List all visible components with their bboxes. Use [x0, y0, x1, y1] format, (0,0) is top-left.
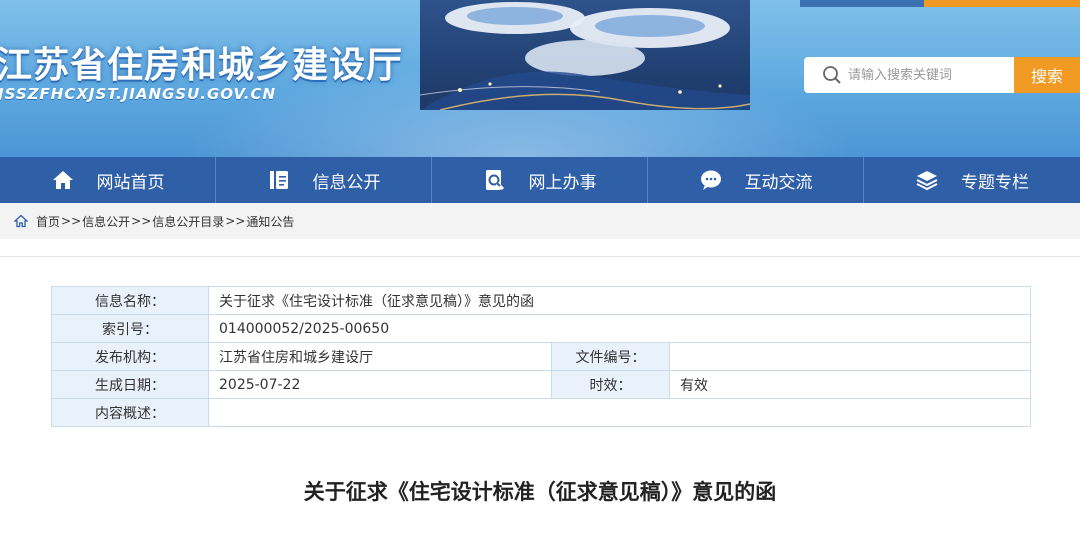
- document-icon: [269, 171, 288, 189]
- top-utility-strip[interactable]: [800, 0, 924, 7]
- info-name-value: 关于征求《住宅设计标准（征求意见稿）》意见的函: [208, 286, 1031, 315]
- info-metadata-table: 信息名称： 关于征求《住宅设计标准（征求意见稿）》意见的函 索引号： 01400…: [51, 286, 1031, 427]
- nav-item-label: 专题专栏: [961, 172, 1029, 193]
- info-name-label: 信息名称：: [51, 286, 209, 315]
- breadcrumb-home-link[interactable]: 首页: [36, 213, 60, 230]
- site-title: 江苏省住房和城乡建设厅: [0, 45, 404, 86]
- breadcrumb: 首页 >> 信息公开 >> 信息公开目录 >> 通知公告: [0, 203, 1080, 239]
- search-button[interactable]: 搜索: [1014, 57, 1080, 93]
- table-row: 信息名称： 关于征求《住宅设计标准（征求意见稿）》意见的函: [51, 286, 1031, 315]
- table-row: 生成日期： 2025-07-22 时效： 有效: [51, 370, 1031, 399]
- search-box: [804, 57, 1016, 93]
- table-row: 发布机构： 江苏省住房和城乡建设厅 文件编号：: [51, 342, 1031, 371]
- info-date-value: 2025-07-22: [208, 370, 552, 399]
- info-doc-no-label: 文件编号：: [551, 342, 670, 371]
- search-input[interactable]: [848, 67, 1008, 83]
- stadium-banner-image: [420, 0, 750, 110]
- main-nav: 网站首页 信息公开 网上办事 互动交流 专题专栏: [0, 157, 1080, 203]
- search-doc-icon: [485, 170, 504, 191]
- breadcrumb-separator: >>: [131, 214, 152, 228]
- nav-item-special-topics[interactable]: 专题专栏: [864, 157, 1080, 203]
- table-row: 索引号： 014000052/2025-00650: [51, 314, 1031, 343]
- breadcrumb-catalog-link[interactable]: 信息公开目录: [152, 213, 224, 230]
- content-divider: [0, 256, 1080, 257]
- page: 江苏省住房和城乡建设厅 JSSZFHCXJST.JIANGSU.GOV.CN 搜…: [0, 0, 1080, 554]
- nav-item-interaction[interactable]: 互动交流: [648, 157, 864, 203]
- info-date-label: 生成日期：: [51, 370, 209, 399]
- top-utility-strip-orange[interactable]: [924, 0, 1080, 7]
- search-icon: [823, 66, 841, 84]
- layers-icon: [916, 171, 938, 191]
- breadcrumb-separator: >>: [225, 214, 246, 228]
- info-summary-label: 内容概述：: [51, 398, 209, 427]
- info-index-label: 索引号：: [51, 314, 209, 343]
- info-summary-value: [208, 398, 1031, 427]
- nav-item-label: 互动交流: [744, 172, 813, 193]
- site-url: JSSZFHCXJST.JIANGSU.GOV.CN: [0, 85, 277, 103]
- info-publisher-value: 江苏省住房和城乡建设厅: [208, 342, 552, 371]
- breadcrumb-separator: >>: [61, 214, 82, 228]
- article-title: 关于征求《住宅设计标准（征求意见稿）》意见的函: [303, 480, 777, 504]
- info-index-value: 014000052/2025-00650: [208, 314, 1031, 343]
- chat-icon: [700, 170, 721, 190]
- breadcrumb-notices-link[interactable]: 通知公告: [246, 213, 294, 230]
- nav-item-online-services[interactable]: 网上办事: [432, 157, 648, 203]
- info-publisher-label: 发布机构：: [51, 342, 209, 371]
- nav-item-label: 信息公开: [312, 172, 381, 193]
- nav-item-info-public[interactable]: 信息公开: [216, 157, 432, 203]
- nav-item-home[interactable]: 网站首页: [0, 157, 216, 203]
- info-validity-label: 时效：: [551, 370, 670, 399]
- table-row: 内容概述：: [51, 398, 1031, 427]
- breadcrumb-info-public-link[interactable]: 信息公开: [82, 213, 130, 230]
- home-icon: [14, 214, 28, 228]
- nav-item-label: 网站首页: [96, 172, 165, 193]
- info-validity-value: 有效: [669, 370, 1031, 399]
- home-icon: [52, 171, 73, 189]
- site-header: 江苏省住房和城乡建设厅 JSSZFHCXJST.JIANGSU.GOV.CN 搜…: [0, 0, 1080, 157]
- nav-item-label: 网上办事: [528, 172, 597, 193]
- info-doc-no-value: [669, 342, 1031, 371]
